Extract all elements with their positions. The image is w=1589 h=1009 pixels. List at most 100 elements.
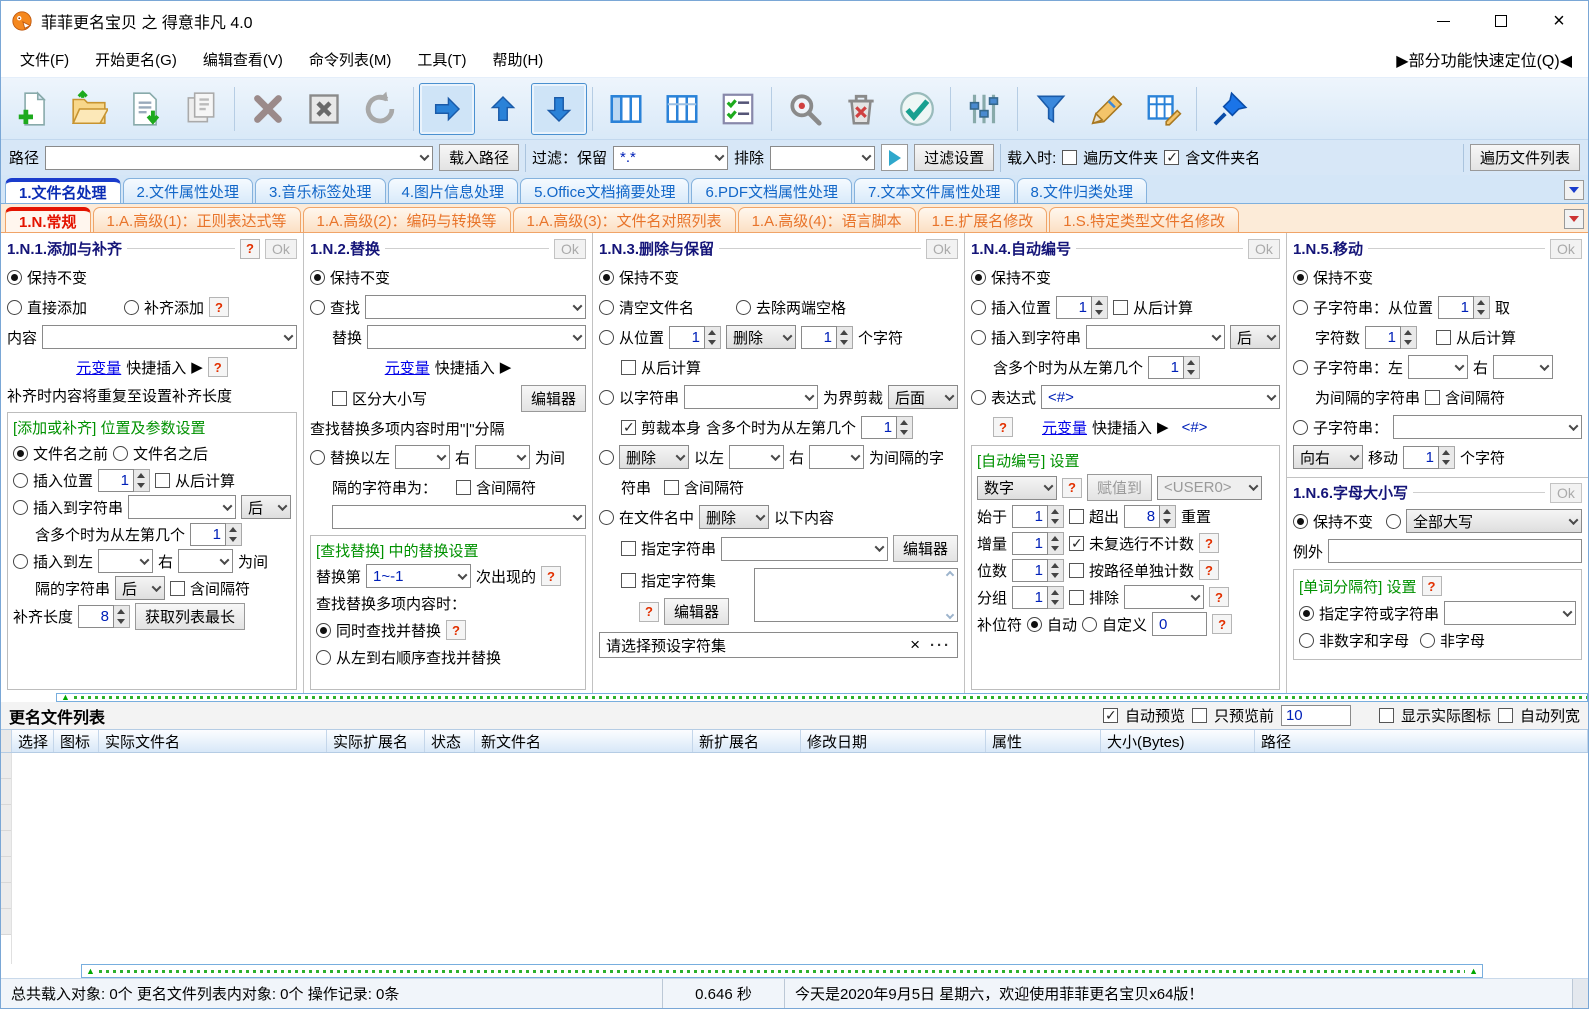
radio-non-alnum[interactable] — [1299, 632, 1314, 648]
radio-trim-spaces[interactable] — [736, 299, 751, 315]
front-back-combobox[interactable]: 后面 — [888, 385, 958, 409]
load-path-button[interactable]: 载入路径 — [439, 144, 520, 171]
tab-music-tags[interactable]: 3.音乐标签处理 — [255, 178, 386, 203]
radio-keep-unchanged[interactable] — [1293, 269, 1308, 285]
tab-office-summary[interactable]: 5.Office文档摘要处理 — [520, 178, 690, 203]
view-columns-button[interactable] — [654, 83, 710, 135]
ok-button[interactable]: Ok — [926, 238, 958, 259]
import-list-button[interactable] — [117, 83, 173, 135]
radio-keep-unchanged[interactable] — [7, 269, 22, 285]
open-folder-button[interactable] — [61, 83, 117, 135]
preset-charset-combobox[interactable]: 请选择预设字符集 × ··· — [599, 632, 958, 658]
metavar-link[interactable]: 元变量 — [385, 357, 430, 378]
radio-custom-pad[interactable] — [1082, 616, 1098, 632]
radio-auto-pad[interactable] — [1027, 616, 1043, 632]
move-up-button[interactable] — [475, 83, 531, 135]
expand-arrow-icon[interactable]: ▶ — [500, 358, 512, 376]
column-header-modified-date[interactable]: 修改日期 — [801, 730, 986, 752]
radio-case-mode[interactable] — [1386, 513, 1402, 529]
from-end-checkbox[interactable] — [1436, 329, 1452, 345]
help-button[interactable]: ? — [209, 297, 230, 317]
pin-button[interactable] — [1202, 83, 1258, 135]
radio-substring[interactable] — [1293, 419, 1308, 435]
case-sensitive-checkbox[interactable] — [332, 391, 347, 406]
help-button[interactable]: ? — [639, 601, 659, 622]
delete-keep-combobox[interactable]: 删除 — [619, 445, 689, 469]
traverse-folders-checkbox[interactable] — [1062, 150, 1078, 165]
checklist-button[interactable] — [710, 83, 766, 135]
include-separator-checkbox[interactable] — [456, 479, 472, 495]
help-button[interactable]: ? — [993, 417, 1013, 437]
exclude-combobox[interactable] — [1124, 585, 1205, 609]
radio-expression[interactable] — [971, 389, 986, 405]
metavar-link[interactable]: 元变量 — [1042, 417, 1087, 438]
move-down-button[interactable] — [531, 82, 587, 135]
direction-combobox[interactable]: 向右 — [1293, 445, 1363, 469]
include-separator-checkbox[interactable] — [664, 479, 680, 495]
charset-textarea[interactable] — [754, 568, 958, 622]
help-button[interactable]: ? — [541, 566, 562, 586]
case-mode-combobox[interactable]: 全部大写 — [1406, 509, 1582, 533]
ok-button[interactable]: Ok — [554, 238, 586, 259]
get-longest-button[interactable]: 获取列表最长 — [135, 603, 246, 630]
bound-string-combobox[interactable] — [684, 385, 818, 409]
view-columns-left-button[interactable] — [598, 83, 654, 135]
radio-insert-position[interactable] — [971, 299, 986, 315]
preview-count-input[interactable]: 10 — [1280, 705, 1351, 726]
delete-keep-combobox[interactable]: 删除 — [726, 325, 797, 349]
radio-in-name-delete[interactable] — [599, 509, 614, 525]
nth-spinner[interactable]: 1 — [1148, 355, 1201, 379]
apply-check-button[interactable] — [889, 83, 945, 135]
ok-button[interactable]: Ok — [1550, 482, 1582, 503]
refresh-button[interactable] — [352, 83, 408, 135]
new-file-button[interactable] — [5, 83, 61, 135]
clear-trash-button[interactable] — [833, 83, 889, 135]
radio-delete-between[interactable] — [599, 449, 614, 465]
radio-find[interactable] — [310, 299, 325, 315]
from-end-checkbox[interactable] — [155, 472, 171, 488]
pad-length-spinner[interactable]: 8 — [78, 605, 131, 628]
exclude-checkbox[interactable] — [1069, 589, 1085, 605]
subtab-script[interactable]: 1.A.高级(4)：语言脚本 — [737, 207, 916, 232]
spec-string-combobox[interactable] — [721, 536, 888, 561]
tab-image-info[interactable]: 4.图片信息处理 — [387, 178, 519, 203]
apply-filter-button[interactable] — [881, 144, 909, 171]
radio-insert-between[interactable] — [13, 553, 28, 569]
subtab-normal[interactable]: 1.N.常规 — [5, 207, 91, 232]
left-combobox[interactable] — [98, 549, 154, 573]
string-combobox[interactable] — [1086, 325, 1225, 349]
traverse-file-list-button[interactable]: 遍历文件列表 — [1469, 144, 1580, 171]
position-spinner[interactable]: 1 — [98, 468, 151, 492]
from-end-checkbox[interactable] — [621, 359, 636, 375]
substring-combobox[interactable] — [1393, 415, 1582, 439]
column-header-new-name[interactable]: 新文件名 — [475, 730, 693, 752]
delete-all-button[interactable] — [296, 83, 352, 135]
ok-button[interactable]: Ok — [1550, 238, 1582, 259]
subtab-encoding[interactable]: 1.A.高级(2)：编码与转换等 — [302, 207, 511, 232]
more-icon[interactable]: ··· — [930, 637, 951, 654]
delete-keep-combobox[interactable]: 删除 — [699, 505, 770, 529]
number-type-combobox[interactable]: 数字 — [977, 475, 1057, 500]
menu-command-list[interactable]: 命令列表(M) — [296, 43, 405, 76]
move-right-button[interactable] — [419, 82, 475, 135]
help-button[interactable]: ? — [240, 238, 260, 259]
resize-grip[interactable] — [1572, 979, 1588, 1008]
column-header-size[interactable]: 大小(Bytes) — [1101, 730, 1255, 752]
before-after-combobox[interactable]: 后 — [1230, 325, 1280, 349]
digits-spinner[interactable]: 1 — [1012, 558, 1065, 582]
maximize-button[interactable] — [1472, 1, 1530, 41]
radio-before-name[interactable] — [13, 445, 28, 461]
ok-button[interactable]: Ok — [1248, 238, 1280, 259]
count-spinner[interactable]: 1 — [801, 325, 854, 349]
position-spinner[interactable]: 1 — [1056, 295, 1109, 319]
tab-filename-processing[interactable]: 1.文件名处理 — [5, 178, 121, 203]
editor-button[interactable]: 编辑器 — [520, 385, 586, 412]
left-combobox[interactable] — [1408, 355, 1469, 379]
tab-text-attributes[interactable]: 7.文本文件属性处理 — [854, 178, 1015, 203]
from-end-checkbox[interactable] — [1113, 299, 1129, 315]
radio-replace-between[interactable] — [310, 449, 325, 465]
column-header-select[interactable]: 选择 — [12, 730, 54, 752]
skip-unchecked-checkbox[interactable] — [1069, 535, 1085, 552]
tab-file-attributes[interactable]: 2.文件属性处理 — [122, 178, 254, 203]
assign-to-button[interactable]: 赋值到 — [1087, 474, 1153, 501]
